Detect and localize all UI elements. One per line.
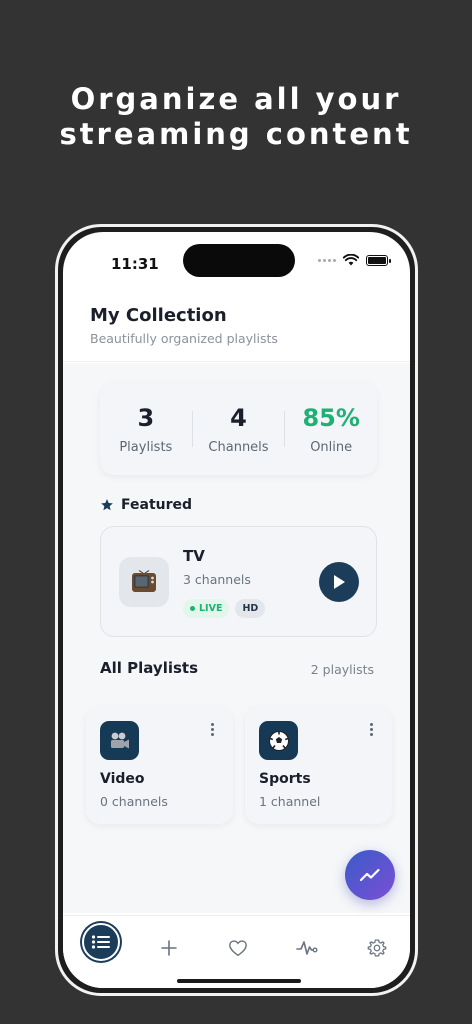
stat-label: Online [310, 440, 353, 455]
status-bar: 11:31 [63, 232, 410, 290]
bottom-tab-bar [63, 915, 410, 988]
phone-frame: 11:31 My Collection Beautifully organize… [55, 224, 418, 996]
app-header: My Collection Beautifully organized play… [63, 290, 410, 362]
playlist-title: Sports [259, 771, 311, 787]
more-options-icon[interactable] [205, 723, 219, 739]
playlist-count: 2 playlists [310, 662, 374, 677]
home-indicator[interactable] [177, 979, 301, 983]
stat-value: 85% [302, 404, 360, 432]
gear-icon [367, 939, 387, 957]
plus-icon [161, 940, 177, 956]
stat-value: 3 [137, 404, 155, 432]
page-title: My Collection [90, 305, 227, 326]
featured-title: TV [183, 547, 205, 565]
all-playlists-heading: All Playlists [100, 659, 198, 677]
film-camera-icon [100, 721, 139, 760]
more-options-icon[interactable] [364, 723, 378, 739]
main-content[interactable]: 3 Playlists 4 Channels 85% Online Featur… [63, 363, 410, 913]
featured-playlist-card[interactable]: TV 3 channels LIVE HD [100, 526, 377, 637]
wifi-icon [343, 254, 359, 266]
stat-online: 85% Online [285, 403, 377, 455]
live-dot-icon [190, 606, 195, 611]
status-icons [318, 254, 391, 266]
promo-line-2: streaming content [59, 117, 413, 151]
stat-playlists: 3 Playlists [100, 403, 192, 455]
featured-badges: LIVE HD [183, 599, 266, 618]
promo-headline: Organize all your streaming content [0, 82, 472, 152]
app-screen: 11:31 My Collection Beautifully organize… [63, 232, 410, 988]
soccer-ball-icon [259, 721, 298, 760]
page-subtitle: Beautifully organized playlists [90, 331, 278, 346]
tab-settings[interactable] [357, 928, 397, 968]
tab-add[interactable] [149, 928, 189, 968]
list-icon [91, 935, 110, 949]
stat-label: Channels [208, 440, 269, 455]
tab-playlists[interactable] [82, 923, 120, 961]
playlist-channel-count: 0 channels [100, 794, 168, 809]
status-time: 11:31 [111, 255, 159, 273]
trending-up-icon [359, 868, 380, 882]
hd-badge: HD [235, 599, 266, 618]
dynamic-island [183, 244, 295, 277]
featured-channel-count: 3 channels [183, 572, 251, 587]
cellular-signal-icon [318, 258, 336, 262]
battery-icon [366, 254, 391, 266]
tab-activity[interactable] [287, 928, 327, 968]
stat-label: Playlists [119, 440, 173, 455]
playlist-card-sports[interactable]: Sports 1 channel [245, 707, 392, 824]
stats-card: 3 Playlists 4 Channels 85% Online [100, 383, 377, 475]
play-button[interactable] [319, 562, 359, 602]
live-badge-label: LIVE [199, 603, 223, 614]
star-icon [101, 499, 113, 511]
heart-icon [229, 940, 247, 957]
featured-heading: Featured [100, 497, 192, 513]
featured-label: Featured [121, 497, 193, 513]
playlist-title: Video [100, 771, 145, 787]
tv-icon [119, 557, 169, 607]
tab-favorites[interactable] [218, 928, 258, 968]
playlist-channel-count: 1 channel [259, 794, 321, 809]
playlist-card-video[interactable]: Video 0 channels [86, 707, 233, 824]
stat-channels: 4 Channels [193, 403, 285, 455]
play-icon [334, 575, 345, 589]
live-badge: LIVE [183, 599, 230, 618]
activity-icon [296, 941, 318, 955]
promo-line-1: Organize all your [70, 82, 402, 116]
stats-fab-button[interactable] [345, 850, 395, 900]
stat-value: 4 [230, 404, 247, 432]
